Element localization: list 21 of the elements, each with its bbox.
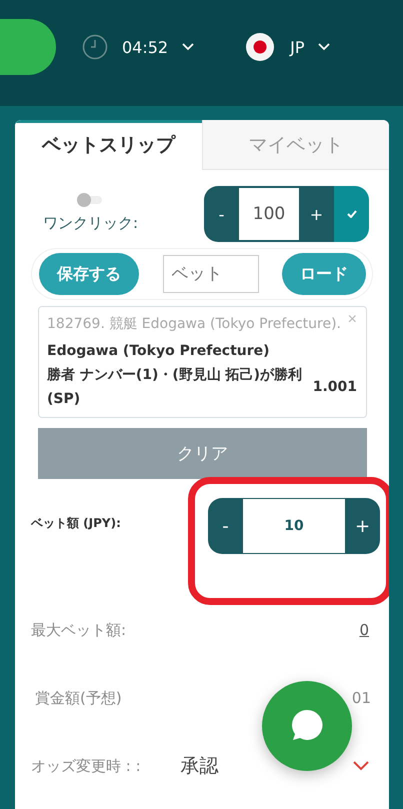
max-stake-link[interactable]: 0 [359, 621, 369, 639]
language-label: JP [290, 38, 304, 56]
event-title: 182769. 競艇 Edogawa (Tokyo Prefecture). [47, 315, 341, 334]
stake-label: ベット額 (JPY): [31, 515, 121, 532]
potential-win-label: 賞金額(予想) [35, 688, 122, 708]
name-field[interactable]: ベット [162, 255, 258, 293]
odds-change-label: オッズ変更時 : : [31, 756, 141, 776]
minus-button[interactable]: - [208, 498, 243, 554]
max-stake-label: 最大ベット額: [31, 620, 126, 640]
stake-input[interactable]: 10 [243, 498, 345, 554]
clock-time: 04:52 [122, 38, 168, 56]
market-name: Edogawa (Tokyo Prefecture) [47, 342, 271, 361]
plus-button[interactable]: + [299, 186, 334, 242]
quick-stake-value[interactable]: 100 [239, 186, 299, 242]
plus-button[interactable]: + [345, 498, 380, 554]
minus-button[interactable]: - [204, 186, 239, 242]
odds-value: 1.001 [312, 379, 357, 395]
one-click-label: ワンクリック: [43, 214, 138, 232]
outcome-name: 勝者 ナンバー(1)・(野見山 拓己)が勝利(SP) [47, 366, 304, 409]
potential-win-value: 01 [352, 689, 371, 707]
odds-change-select[interactable]: 承認 [180, 753, 219, 779]
